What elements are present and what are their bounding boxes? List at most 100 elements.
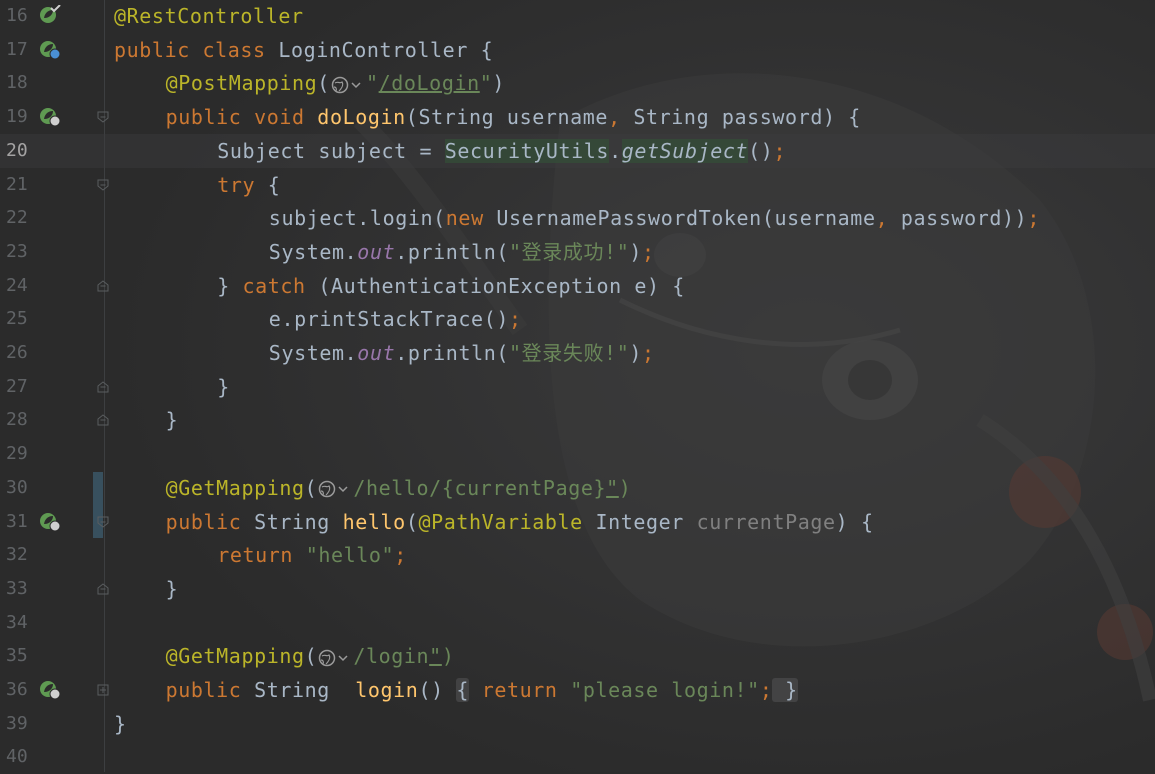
code-line[interactable]: 16 @RestController — [0, 0, 1155, 33]
code-text[interactable]: } catch (AuthenticationException e) { — [217, 269, 685, 303]
code-token: () — [418, 678, 457, 702]
code-line[interactable]: 24 } catch (AuthenticationException e) { — [0, 269, 1155, 303]
code-line[interactable]: 23 System.out.println("登录成功!"); — [0, 235, 1155, 269]
code-line[interactable]: 19 public void doLogin(String username, S… — [0, 100, 1155, 134]
spring-controller-icon[interactable] — [38, 39, 62, 61]
code-line[interactable]: 18 @PostMapping("/doLogin") — [0, 66, 1155, 100]
code-line[interactable]: 31 public String hello(@PathVariable Inte… — [0, 505, 1155, 539]
code-line[interactable]: 40 — [0, 740, 1155, 774]
code-text[interactable]: Subject subject = SecurityUtils.getSubje… — [217, 134, 786, 168]
code-line[interactable]: 35 @GetMapping(/login") — [0, 639, 1155, 673]
code-line[interactable]: 26 System.out.println("登录失败!"); — [0, 336, 1155, 370]
fold-end-icon[interactable] — [97, 414, 109, 426]
code-text[interactable]: try { — [217, 168, 280, 202]
code-line[interactable]: 29 — [0, 437, 1155, 471]
code-line[interactable]: 25 e.printStackTrace(); — [0, 302, 1155, 336]
line-number[interactable]: 21 — [6, 168, 36, 202]
code-line[interactable]: 36 public String login() { return "please… — [0, 673, 1155, 707]
code-text[interactable]: return "hello"; — [217, 538, 407, 572]
line-number[interactable]: 17 — [6, 33, 36, 67]
code-text[interactable]: public String login() { return "please l… — [166, 673, 798, 707]
code-line[interactable]: 32 return "hello"; — [0, 538, 1155, 572]
line-number[interactable]: 40 — [6, 740, 36, 774]
fold-collapse-icon[interactable] — [97, 516, 109, 528]
code-line[interactable]: 30 @GetMapping(/hello/{currentPage}") — [0, 471, 1155, 505]
line-number[interactable]: 19 — [6, 100, 36, 134]
fold-end-icon[interactable] — [97, 583, 109, 595]
code-text[interactable]: @RestController — [114, 0, 304, 33]
spring-mapping-icon[interactable] — [38, 106, 62, 128]
code-token: . — [609, 138, 622, 163]
code-text[interactable]: @PostMapping("/doLogin") — [166, 66, 505, 100]
code-text[interactable]: } — [166, 572, 179, 606]
code-line[interactable]: 22 subject.login(new UsernamePasswordToke… — [0, 201, 1155, 235]
code-text[interactable]: System.out.println("登录失败!"); — [269, 336, 655, 370]
code-editor[interactable]: 16 @RestController 17 public class LoginCon… — [0, 0, 1155, 772]
code-token: { — [255, 172, 281, 197]
line-number[interactable]: 33 — [6, 572, 36, 606]
code-text[interactable]: } — [217, 370, 230, 404]
line-number[interactable]: 31 — [6, 505, 36, 539]
code-line[interactable]: 39} — [0, 707, 1155, 741]
code-token: ) — [629, 239, 642, 264]
code-token: .println( — [395, 341, 510, 365]
code-text[interactable]: @GetMapping(/login") — [166, 639, 455, 673]
code-token: ( — [304, 475, 318, 500]
line-number[interactable]: 24 — [6, 269, 36, 303]
code-text[interactable]: subject.login(new UsernamePasswordToken(… — [269, 201, 1040, 235]
code-text[interactable]: public String hello(@PathVariable Intege… — [166, 505, 874, 539]
code-text[interactable]: @GetMapping(/hello/{currentPage}") — [166, 471, 632, 505]
line-number[interactable]: 34 — [6, 606, 36, 640]
line-number[interactable]: 18 — [6, 66, 36, 100]
line-number[interactable]: 39 — [6, 707, 36, 741]
fold-collapse-icon[interactable] — [97, 111, 109, 123]
fold-expand-icon[interactable] — [97, 684, 109, 696]
code-line[interactable]: 20 Subject subject = SecurityUtils.getSub… — [0, 133, 1155, 168]
code-token: } — [165, 408, 179, 433]
code-line[interactable]: 28} — [0, 403, 1155, 437]
spring-mapping-icon[interactable] — [38, 511, 62, 533]
line-number[interactable]: 36 — [6, 673, 36, 707]
code-line[interactable]: 34 — [0, 606, 1155, 640]
code-text[interactable]: } — [166, 403, 179, 437]
line-number[interactable]: 30 — [6, 471, 36, 505]
code-token: "hello" — [305, 543, 395, 568]
fold-end-icon[interactable] — [97, 381, 109, 393]
line-number[interactable]: 28 — [6, 403, 36, 437]
spring-bean-icon[interactable] — [38, 5, 62, 27]
code-line[interactable]: 27} — [0, 370, 1155, 404]
code-token: UsernamePasswordToken(username — [496, 206, 876, 231]
code-token: ) — [441, 644, 455, 669]
fold-collapse-icon[interactable] — [97, 179, 109, 191]
code-token: " — [429, 644, 442, 669]
line-number[interactable]: 26 — [6, 336, 36, 370]
code-token: public — [165, 678, 255, 702]
code-token: (String username — [405, 105, 609, 130]
code-line[interactable]: 17 public class LoginController { — [0, 33, 1155, 67]
code-text[interactable]: public void doLogin(String username, Str… — [166, 100, 861, 134]
url-globe-icon[interactable] — [330, 75, 366, 95]
code-token: String password) { — [633, 105, 861, 130]
url-globe-icon[interactable] — [317, 479, 353, 499]
line-number[interactable]: 16 — [6, 0, 36, 33]
code-token: @PostMapping — [165, 71, 318, 96]
line-number[interactable]: 23 — [6, 235, 36, 269]
line-number[interactable]: 22 — [6, 201, 36, 235]
code-token: String — [254, 678, 356, 702]
line-number[interactable]: 20 — [6, 134, 36, 168]
code-token: out — [357, 341, 396, 365]
code-text[interactable]: public class LoginController { — [114, 33, 493, 67]
code-text[interactable]: e.printStackTrace(); — [269, 302, 522, 336]
line-number[interactable]: 29 — [6, 437, 36, 471]
code-text[interactable]: } — [114, 707, 127, 741]
code-line[interactable]: 33} — [0, 572, 1155, 606]
line-number[interactable]: 25 — [6, 302, 36, 336]
line-number[interactable]: 35 — [6, 639, 36, 673]
code-line[interactable]: 21 try { — [0, 168, 1155, 202]
line-number[interactable]: 27 — [6, 370, 36, 404]
url-globe-icon[interactable] — [317, 648, 353, 668]
spring-mapping-icon[interactable] — [38, 679, 62, 701]
fold-end-icon[interactable] — [97, 279, 109, 292]
line-number[interactable]: 32 — [6, 538, 36, 572]
code-text[interactable]: System.out.println("登录成功!"); — [269, 235, 655, 269]
